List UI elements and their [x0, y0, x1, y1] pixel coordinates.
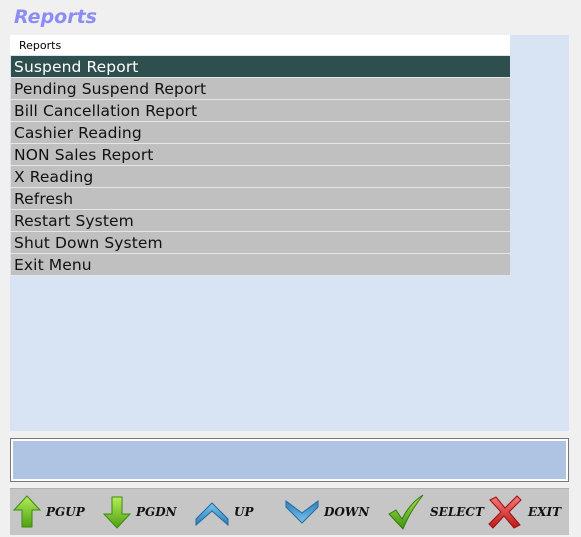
down-label: DOWN	[324, 505, 370, 519]
menu-item-suspend-report[interactable]: Suspend Report	[11, 56, 510, 78]
menu-item-cashier-reading[interactable]: Cashier Reading	[11, 122, 510, 144]
status-bar	[10, 438, 569, 482]
pgdn-label: PGDN	[136, 505, 177, 519]
select-button[interactable]: SELECT	[386, 489, 484, 535]
menu-item-restart-system[interactable]: Restart System	[11, 210, 510, 232]
menu-list: Suspend Report Pending Suspend Report Bi…	[11, 56, 510, 276]
menu-item-pending-suspend-report[interactable]: Pending Suspend Report	[11, 78, 510, 100]
pgup-label: PGUP	[46, 505, 85, 519]
exit-label: EXIT	[528, 505, 561, 519]
pgdn-button[interactable]: PGDN	[102, 489, 177, 535]
menu-item-exit-menu[interactable]: Exit Menu	[11, 254, 510, 276]
select-label: SELECT	[430, 505, 484, 519]
green-down-arrow-icon	[102, 494, 132, 530]
menu-item-bill-cancellation-report[interactable]: Bill Cancellation Report	[11, 100, 510, 122]
window-title: Reports	[14, 6, 97, 28]
blue-chevron-up-icon	[194, 497, 230, 527]
reports-panel: Reports Suspend Report Pending Suspend R…	[10, 35, 569, 431]
status-text	[13, 441, 566, 479]
up-label: UP	[234, 505, 254, 519]
up-button[interactable]: UP	[194, 489, 254, 535]
down-button[interactable]: DOWN	[284, 489, 369, 535]
menu-item-non-sales-report[interactable]: NON Sales Report	[11, 144, 510, 166]
red-x-icon	[486, 494, 524, 530]
menu-item-refresh[interactable]: Refresh	[11, 188, 510, 210]
menu-item-x-reading[interactable]: X Reading	[11, 166, 510, 188]
green-checkmark-icon	[386, 492, 426, 532]
exit-button[interactable]: EXIT	[486, 489, 561, 535]
menu-header: Reports	[10, 35, 510, 55]
menu-item-shut-down-system[interactable]: Shut Down System	[11, 232, 510, 254]
green-up-arrow-icon	[12, 494, 42, 530]
toolbar: PGUP PGDN UP DOWN SELECT EXIT	[10, 488, 569, 535]
blue-chevron-down-icon	[284, 497, 320, 527]
pgup-button[interactable]: PGUP	[12, 489, 85, 535]
